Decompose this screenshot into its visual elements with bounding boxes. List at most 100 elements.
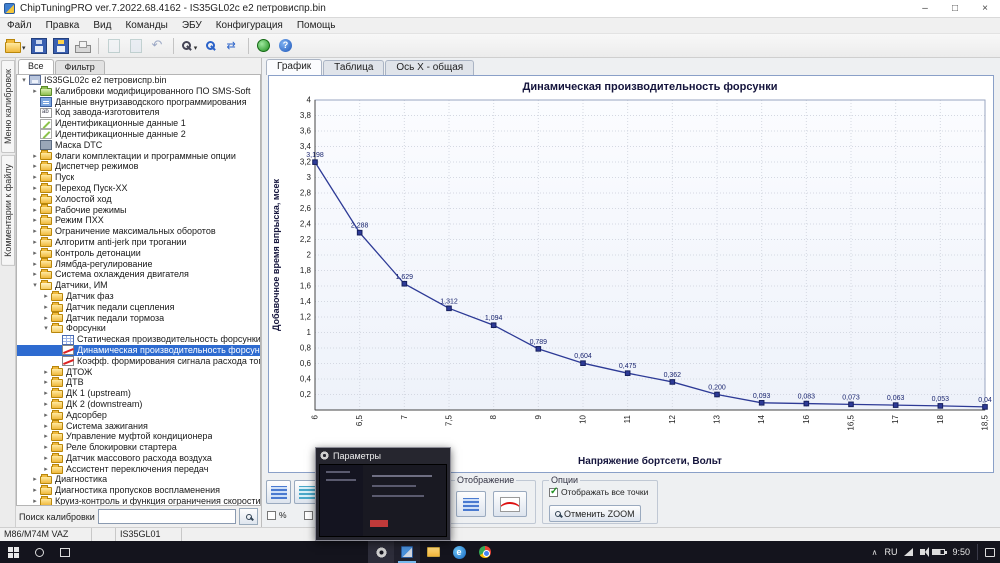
open-file-button[interactable] <box>4 36 27 56</box>
network-icon[interactable] <box>904 548 914 556</box>
show-all-points-checkbox[interactable] <box>549 486 558 497</box>
tree-item[interactable]: Управление муфтой кондиционера <box>17 431 260 442</box>
search-go-button[interactable] <box>239 508 258 525</box>
tree-item[interactable]: Диагностика <box>17 474 260 485</box>
tree-item[interactable]: Реле блокировки стартера <box>17 441 260 453</box>
save-button[interactable] <box>29 36 49 56</box>
view-tab-Ось X - общая[interactable]: Ось X - общая <box>385 60 475 75</box>
tree-item[interactable]: ДК 1 (upstream) <box>17 388 260 399</box>
menu-item-7[interactable]: Помощь <box>290 18 343 33</box>
tree-item[interactable]: Коэфф. формирования сигнала расхода топл… <box>17 356 260 367</box>
save-as-button[interactable] <box>51 36 71 56</box>
task-view-button[interactable] <box>52 541 78 563</box>
chiptuning-button[interactable] <box>394 541 420 563</box>
tree-item[interactable]: Датчик педали сцепления <box>17 301 260 313</box>
tree-item[interactable]: Переход Пуск-XX <box>17 182 260 194</box>
tree-item[interactable]: Форсунки <box>17 323 260 334</box>
tree-item[interactable]: Флаги комплектации и программные опции <box>17 150 260 162</box>
dropdown-arrow-icon[interactable] <box>21 37 26 55</box>
tree-expanded-arrow-icon[interactable] <box>20 75 28 87</box>
print-button[interactable] <box>73 36 93 56</box>
tree-item[interactable]: Маска DTC <box>17 140 260 151</box>
maximize-button[interactable]: □ <box>940 0 970 17</box>
menu-item-1[interactable]: Файл <box>0 18 39 33</box>
tree-item[interactable]: Адсорбер <box>17 409 260 421</box>
tree-tab-Фильтр[interactable]: Фильтр <box>54 60 105 74</box>
speaker-icon[interactable] <box>920 547 930 557</box>
menu-item-6[interactable]: Конфигурация <box>209 18 290 33</box>
tree-item[interactable]: Лямбда-регулирование <box>17 258 260 270</box>
side-tab-2[interactable]: Комментарии к файлу <box>1 155 15 266</box>
view-tab-График[interactable]: График <box>266 59 323 75</box>
tree-collapsed-arrow-icon[interactable] <box>31 495 39 505</box>
file-explorer-button[interactable] <box>420 541 446 563</box>
tree-item[interactable]: ДТОЖ <box>17 366 260 378</box>
close-button[interactable]: × <box>970 0 1000 17</box>
tree-item[interactable]: Диагностика пропусков воспламенения <box>17 485 260 496</box>
hidden-icons-chevron-icon[interactable]: ∧ <box>872 548 878 557</box>
compare-button[interactable] <box>223 36 243 56</box>
display-curve-button[interactable] <box>493 491 527 517</box>
edge-button[interactable] <box>446 541 472 563</box>
tree-item[interactable]: Пуск <box>17 172 260 183</box>
clock[interactable]: 9:50 <box>952 547 970 557</box>
tree-item[interactable]: Режим ПХХ <box>17 215 260 226</box>
start-button[interactable] <box>0 541 26 563</box>
undo-zoom-button[interactable]: Отменить ZOOM <box>549 505 641 522</box>
threed-checkbox[interactable] <box>304 510 313 520</box>
tree-item[interactable]: Датчик педали тормоза <box>17 312 260 324</box>
tree-item[interactable]: Рабочие режимы <box>17 204 260 216</box>
tree-item[interactable]: Датчик фаз <box>17 290 260 302</box>
find-button[interactable] <box>201 36 221 56</box>
calibration-search-input[interactable] <box>97 509 236 524</box>
tree-item[interactable]: Ассистент переключения передач <box>17 463 260 475</box>
tree-collapsed-arrow-icon[interactable] <box>31 85 39 98</box>
tree-item[interactable]: Датчик массового расхода воздуха <box>17 452 260 464</box>
zoom-button[interactable] <box>179 36 199 56</box>
sync-button[interactable] <box>254 36 274 56</box>
view-tab-Таблица[interactable]: Таблица <box>323 60 385 75</box>
menu-item-3[interactable]: Вид <box>86 18 118 33</box>
calibration-tree[interactable]: IS35GL02c e2 петровиспр.binКалибровки мо… <box>16 74 261 506</box>
taskbar-preview-flyout[interactable]: Параметры <box>315 447 451 541</box>
tree-item[interactable]: ДТВ <box>17 377 260 388</box>
tree-item[interactable]: Динамическая производительность форсунки <box>17 344 260 356</box>
settings-button[interactable] <box>368 541 394 563</box>
tree-expanded-arrow-icon[interactable] <box>31 279 39 292</box>
language-indicator[interactable]: RU <box>884 547 897 557</box>
tree-item[interactable]: Холостой ход <box>17 193 260 205</box>
injector-flow-chart[interactable]: 0,2 0,4 0,6 0,8 1 1,2 1,4 1,6 1,8 2 2,2 2,4 2,6 2,8 3 3… <box>269 76 995 472</box>
tree-item[interactable]: Система охлаждения двигателя <box>17 269 260 280</box>
notification-center-icon[interactable] <box>985 547 995 557</box>
percent-checkbox[interactable] <box>267 510 276 520</box>
minimize-button[interactable]: – <box>910 0 940 17</box>
dropdown-arrow-icon[interactable] <box>193 37 198 55</box>
menu-item-2[interactable]: Правка <box>39 18 87 33</box>
battery-icon[interactable] <box>932 549 948 555</box>
menu-item-5[interactable]: ЭБУ <box>175 18 209 33</box>
tree-item[interactable]: IS35GL02c e2 петровиспр.bin <box>17 75 260 86</box>
help-button[interactable] <box>276 36 296 56</box>
tree-tab-Все[interactable]: Все <box>18 59 54 74</box>
tree-item[interactable]: Идентификационные данные 1 <box>17 118 260 129</box>
tree-item[interactable]: ДК 2 (downstream) <box>17 398 260 410</box>
tree-item[interactable]: Статическая производительность форсунки <box>17 334 260 345</box>
tree-item[interactable]: Калибровки модифицированного ПО SMS-Soft <box>17 85 260 98</box>
side-tab-1[interactable]: Меню калибровок <box>1 60 15 154</box>
tree-item[interactable]: Датчики, ИМ <box>17 280 260 291</box>
view-mode-button-1[interactable] <box>266 480 291 504</box>
tree-expanded-arrow-icon[interactable] <box>42 322 50 335</box>
preview-thumbnail[interactable] <box>319 464 447 537</box>
search-taskbar-button[interactable] <box>26 541 52 563</box>
tree-item[interactable]: Диспетчер режимов <box>17 161 260 172</box>
chrome-button[interactable] <box>472 541 498 563</box>
tree-item[interactable]: Круиз-контроль и функция ограничения ско… <box>17 495 260 505</box>
tree-item[interactable]: Ограничение максимальных оборотов <box>17 226 260 237</box>
tree-item[interactable]: Код завода-изготовителя <box>17 107 260 118</box>
tree-item[interactable]: Контроль детонации <box>17 247 260 259</box>
tree-item[interactable]: Данные внутризаводского программирования <box>17 97 260 108</box>
display-lines-button[interactable] <box>456 491 486 517</box>
tree-item[interactable]: Алгоритм anti-jerk при трогании <box>17 236 260 248</box>
tree-item[interactable]: Идентификационные данные 2 <box>17 129 260 140</box>
menu-item-4[interactable]: Команды <box>118 18 174 33</box>
